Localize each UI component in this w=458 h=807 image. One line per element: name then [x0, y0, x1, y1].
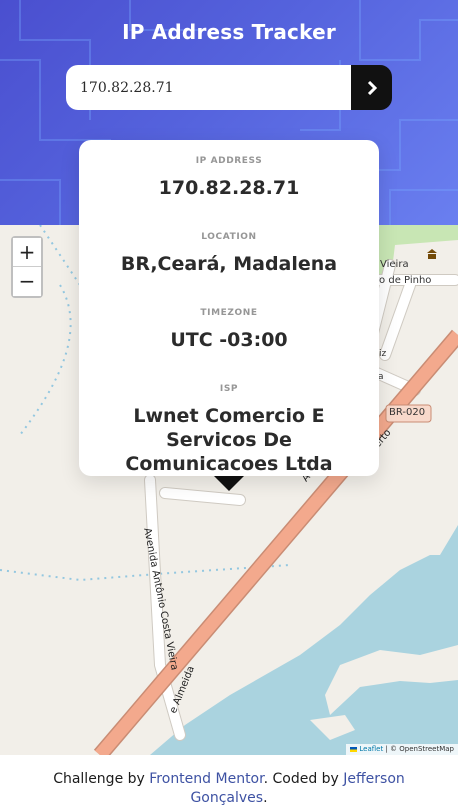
isp-value: Lwnet Comercio E Servicos De Comunicacoe…: [125, 405, 333, 475]
zoom-out-button[interactable]: −: [13, 267, 41, 296]
location-label: LOCATION: [201, 232, 257, 242]
map-label-riz: iz: [379, 349, 387, 359]
ip-search-input[interactable]: [66, 65, 351, 110]
footer-prefix: Challenge by: [53, 771, 150, 787]
timezone-label: TIMEZONE: [200, 308, 258, 318]
flag-icon: [350, 746, 358, 752]
location-marker-icon: [213, 475, 245, 491]
footer-mid: . Coded by: [263, 771, 344, 787]
author-first-name: Jefferson: [343, 771, 405, 787]
attribution-separator: | ©: [383, 745, 400, 753]
highway-shield-label: BR-020: [389, 407, 426, 418]
museum-icon: [427, 249, 437, 259]
ip-address-value: 170.82.28.71: [158, 177, 300, 199]
location-value: BR,Ceará, Madalena: [120, 253, 338, 275]
osm-link[interactable]: OpenStreetMap: [399, 745, 454, 753]
footer-suffix: .: [263, 790, 268, 806]
zoom-control: + −: [11, 236, 43, 298]
chevron-right-icon: [367, 80, 377, 95]
search-form: [66, 65, 392, 110]
page-title: IP Address Tracker: [122, 20, 336, 44]
ip-address-label: IP ADDRESS: [195, 156, 263, 166]
leaflet-link[interactable]: Leaflet: [359, 745, 383, 753]
search-submit-button[interactable]: [351, 65, 392, 110]
map-label-vieira: Vieira: [380, 259, 409, 270]
info-card: IP ADDRESS 170.82.28.71 LOCATION BR,Cear…: [79, 140, 379, 476]
frontend-mentor-link[interactable]: Frontend Mentor: [149, 771, 263, 787]
author-last-name: Gonçalves: [190, 790, 264, 806]
timezone-value: UTC -03:00: [170, 329, 288, 351]
isp-label: ISP: [219, 384, 239, 394]
map-attribution: Leaflet | © OpenStreetMap: [346, 744, 458, 755]
footer: Challenge by Frontend Mentor. Coded by J…: [0, 755, 458, 807]
zoom-in-button[interactable]: +: [13, 238, 41, 267]
